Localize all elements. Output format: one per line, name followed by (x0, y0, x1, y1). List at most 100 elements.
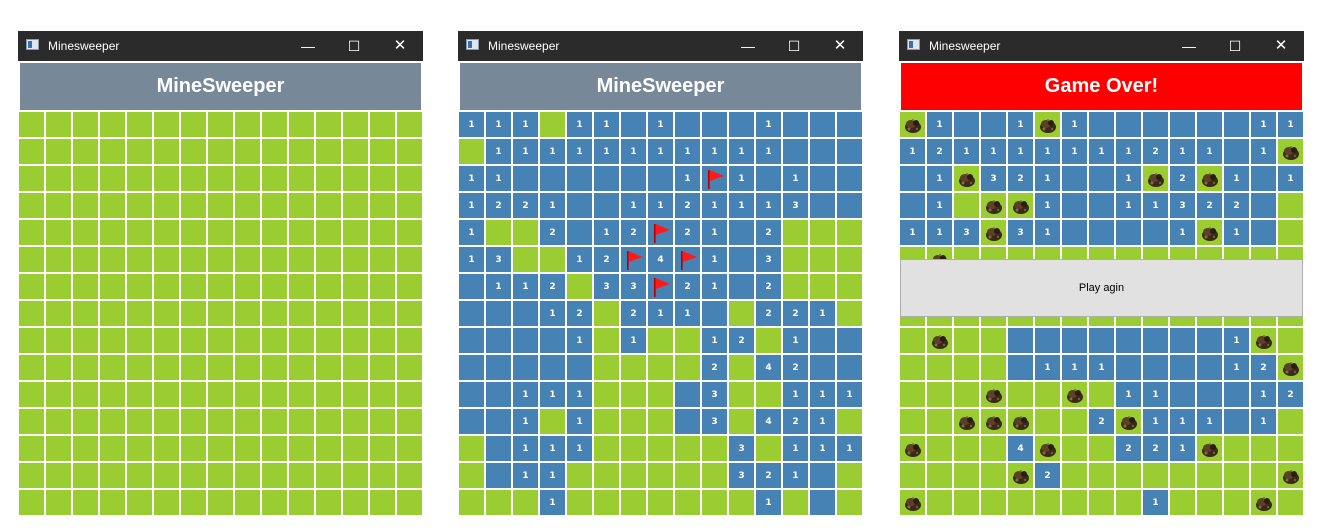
cell-covered[interactable] (953, 327, 980, 354)
cell-covered[interactable] (153, 435, 180, 462)
cell-covered[interactable] (342, 354, 369, 381)
cell-revealed[interactable] (1142, 111, 1169, 138)
cell-covered[interactable] (369, 138, 396, 165)
cell-number[interactable]: 1 (566, 246, 593, 273)
cell-covered[interactable] (18, 489, 45, 516)
cell-number[interactable]: 4 (1007, 435, 1034, 462)
cell-covered[interactable] (234, 300, 261, 327)
cell-covered[interactable] (45, 462, 72, 489)
cell-number[interactable]: 1 (620, 192, 647, 219)
cell-covered[interactable] (45, 165, 72, 192)
cell-revealed[interactable] (809, 192, 836, 219)
cell-covered[interactable] (261, 165, 288, 192)
cell-covered[interactable] (620, 381, 647, 408)
cell-revealed[interactable] (566, 219, 593, 246)
cell-number[interactable]: 1 (1115, 192, 1142, 219)
cell-covered[interactable] (1250, 462, 1277, 489)
cell-revealed[interactable] (1034, 327, 1061, 354)
cell-mine[interactable] (1115, 408, 1142, 435)
cell-covered[interactable] (99, 435, 126, 462)
cell-covered[interactable] (396, 165, 423, 192)
cell-covered[interactable] (207, 327, 234, 354)
cell-covered[interactable] (261, 192, 288, 219)
cell-covered[interactable] (899, 354, 926, 381)
cell-covered[interactable] (593, 489, 620, 516)
cell-revealed[interactable] (674, 381, 701, 408)
cell-number[interactable]: 1 (809, 435, 836, 462)
cell-number[interactable]: 1 (1061, 111, 1088, 138)
cell-covered[interactable] (485, 219, 512, 246)
cell-covered[interactable] (369, 192, 396, 219)
cell-number[interactable]: 2 (539, 273, 566, 300)
cell-covered[interactable] (234, 489, 261, 516)
cell-covered[interactable] (315, 300, 342, 327)
cell-covered[interactable] (45, 273, 72, 300)
cell-number[interactable]: 1 (1142, 381, 1169, 408)
cell-covered[interactable] (180, 111, 207, 138)
cell-covered[interactable] (234, 408, 261, 435)
cell-covered[interactable] (539, 408, 566, 435)
cell-number[interactable]: 2 (1250, 354, 1277, 381)
cell-revealed[interactable] (458, 327, 485, 354)
cell-covered[interactable] (953, 435, 980, 462)
cell-covered[interactable] (953, 354, 980, 381)
cell-covered[interactable] (342, 165, 369, 192)
cell-covered[interactable] (980, 327, 1007, 354)
cell-number[interactable]: 4 (755, 408, 782, 435)
cell-covered[interactable] (234, 138, 261, 165)
cell-covered[interactable] (836, 300, 863, 327)
cell-covered[interactable] (342, 435, 369, 462)
cell-covered[interactable] (836, 246, 863, 273)
cell-covered[interactable] (342, 273, 369, 300)
cell-covered[interactable] (926, 381, 953, 408)
cell-covered[interactable] (647, 327, 674, 354)
cell-covered[interactable] (234, 381, 261, 408)
cell-revealed[interactable] (728, 219, 755, 246)
cell-covered[interactable] (153, 246, 180, 273)
cell-revealed[interactable] (1223, 408, 1250, 435)
cell-revealed[interactable] (485, 354, 512, 381)
cell-mine[interactable] (1250, 489, 1277, 516)
cell-covered[interactable] (18, 300, 45, 327)
cell-covered[interactable] (261, 489, 288, 516)
cell-covered[interactable] (755, 381, 782, 408)
cell-number[interactable]: 1 (926, 192, 953, 219)
cell-covered[interactable] (1088, 489, 1115, 516)
cell-revealed[interactable] (593, 192, 620, 219)
cell-revealed[interactable] (836, 192, 863, 219)
cell-number[interactable]: 1 (647, 300, 674, 327)
cell-mine[interactable] (1142, 165, 1169, 192)
cell-covered[interactable] (18, 192, 45, 219)
cell-mine[interactable] (1277, 462, 1304, 489)
cell-covered[interactable] (18, 246, 45, 273)
cell-number[interactable]: 1 (1169, 408, 1196, 435)
cell-covered[interactable] (18, 381, 45, 408)
cell-covered[interactable] (1115, 462, 1142, 489)
cell-mine[interactable] (926, 327, 953, 354)
cell-covered[interactable] (953, 489, 980, 516)
cell-number[interactable]: 1 (782, 381, 809, 408)
cell-revealed[interactable] (539, 165, 566, 192)
cell-covered[interactable] (153, 354, 180, 381)
cell-number[interactable]: 2 (512, 192, 539, 219)
cell-covered[interactable] (593, 327, 620, 354)
cell-revealed[interactable] (809, 327, 836, 354)
cell-covered[interactable] (1223, 462, 1250, 489)
cell-covered[interactable] (647, 462, 674, 489)
cell-covered[interactable] (396, 462, 423, 489)
cell-number[interactable]: 2 (1196, 192, 1223, 219)
cell-revealed[interactable] (647, 165, 674, 192)
cell-covered[interactable] (1196, 462, 1223, 489)
cell-number[interactable]: 1 (1142, 408, 1169, 435)
cell-mine[interactable] (1034, 111, 1061, 138)
cell-covered[interactable] (396, 408, 423, 435)
cell-covered[interactable] (1061, 435, 1088, 462)
cell-revealed[interactable] (1169, 381, 1196, 408)
cell-covered[interactable] (288, 327, 315, 354)
cell-covered[interactable] (728, 489, 755, 516)
cell-covered[interactable] (234, 435, 261, 462)
cell-covered[interactable] (782, 273, 809, 300)
cell-number[interactable]: 1 (1277, 111, 1304, 138)
cell-covered[interactable] (369, 246, 396, 273)
cell-covered[interactable] (261, 111, 288, 138)
